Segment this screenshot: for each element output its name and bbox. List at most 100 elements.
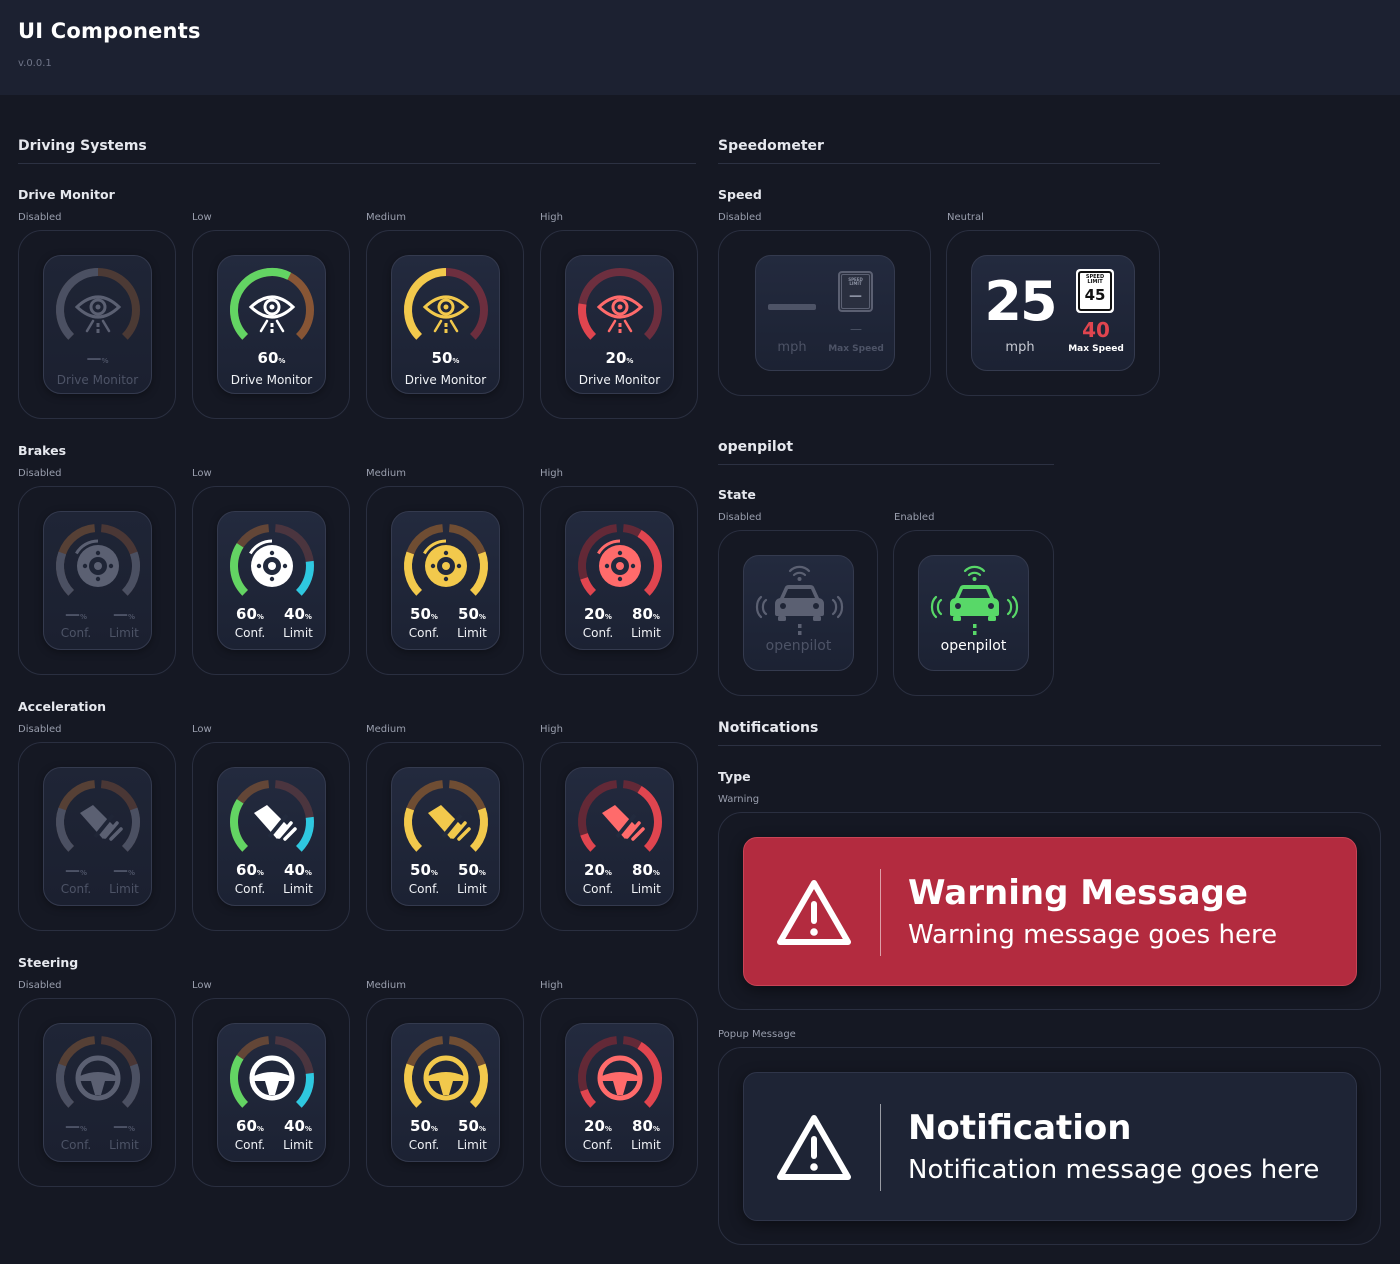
steering-tile[interactable]: 20% Conf. 80% Limit	[565, 1023, 674, 1162]
confidence-value: 60%	[257, 349, 286, 367]
steering-tile[interactable]: 60% Conf. 40% Limit	[217, 1023, 326, 1162]
gauge-ring	[56, 780, 140, 852]
brakes-tile[interactable]: 50% Conf. 50% Limit	[391, 511, 500, 650]
brakes-card-medium[interactable]: 50% Conf. 50% Limit	[366, 486, 524, 675]
app-version: v.0.0.1	[18, 58, 52, 69]
confidence-readout: 60% Conf.	[223, 605, 277, 640]
max-speed-value: 40	[1082, 318, 1110, 342]
openpilot-tile-enabled[interactable]: openpilot	[918, 555, 1029, 671]
confidence-readout: 20% Conf.	[571, 861, 625, 896]
acceleration-tile[interactable]: 50% Conf. 50% Limit	[391, 767, 500, 906]
confidence-label: Conf.	[234, 626, 266, 640]
drive-monitor-card-low[interactable]: 60% Drive Monitor	[192, 230, 350, 419]
warning-card-frame: Warning Message Warning message goes her…	[718, 812, 1381, 1010]
steering-tile[interactable]: —% Conf. —% Limit	[43, 1023, 152, 1162]
section-divider	[718, 163, 1160, 164]
limit-readout: 50% Limit	[445, 861, 499, 896]
acceleration-tile[interactable]: 20% Conf. 80% Limit	[565, 767, 674, 906]
popup-card-frame: Notification Notification message goes h…	[718, 1047, 1381, 1245]
steering-wheel-icon	[597, 1055, 643, 1101]
openpilot-label: openpilot	[940, 638, 1007, 654]
car-wifi-icon	[930, 565, 1019, 635]
confidence-readout: —% Conf.	[49, 1117, 103, 1152]
warning-triangle-icon	[777, 880, 851, 945]
steering-card-medium[interactable]: 50% Conf. 50% Limit	[366, 998, 524, 1187]
popup-notification[interactable]: Notification Notification message goes h…	[743, 1072, 1357, 1221]
brakes-tile[interactable]: 20% Conf. 80% Limit	[565, 511, 674, 650]
speed-neutral-card[interactable]: 25 mph SPEED LIMIT 45 40 Max Speed	[946, 230, 1160, 396]
steering-card-low[interactable]: 60% Conf. 40% Limit	[192, 998, 350, 1187]
limit-label: Limit	[109, 882, 139, 896]
openpilot-disabled-card[interactable]: openpilot	[718, 530, 878, 696]
drive-monitor-card-disabled[interactable]: —% Drive Monitor	[18, 230, 176, 419]
steering-card-disabled[interactable]: —% Conf. —% Limit	[18, 998, 176, 1187]
gauge-ring	[578, 268, 662, 340]
speed-tile-neutral[interactable]: 25 mph SPEED LIMIT 45 40 Max Speed	[971, 255, 1135, 371]
notification-title: Notification	[908, 1108, 1132, 1148]
acceleration-card-medium[interactable]: 50% Conf. 50% Limit	[366, 742, 524, 931]
confidence-label: Conf.	[234, 882, 266, 896]
gauge-ring	[404, 524, 488, 596]
openpilot-enabled-card[interactable]: openpilot	[893, 530, 1054, 696]
confidence-label: Conf.	[60, 882, 92, 896]
drive-monitor-tile[interactable]: 20% Drive Monitor	[565, 255, 674, 394]
steering-tile[interactable]: 50% Conf. 50% Limit	[391, 1023, 500, 1162]
brake-disc-icon	[249, 539, 293, 587]
section-title-driving-systems: Driving Systems	[18, 138, 147, 154]
gauge-ring	[56, 1036, 140, 1108]
limit-label: Limit	[457, 1138, 487, 1152]
state-label-low: Low	[192, 980, 212, 991]
brakes-tile[interactable]: 60% Conf. 40% Limit	[217, 511, 326, 650]
drive-monitor-card-medium[interactable]: 50% Drive Monitor	[366, 230, 524, 419]
steering-wheel-icon	[249, 1055, 295, 1101]
brakes-card-low[interactable]: 60% Conf. 40% Limit	[192, 486, 350, 675]
confidence-label: Conf.	[582, 882, 614, 896]
drive-monitor-tile[interactable]: 50% Drive Monitor	[391, 255, 500, 394]
brakes-card-high[interactable]: 20% Conf. 80% Limit	[540, 486, 698, 675]
tile-label: Drive Monitor	[404, 373, 487, 387]
limit-value: 40%	[284, 605, 312, 623]
brake-disc-icon	[597, 539, 641, 587]
limit-label: Limit	[631, 626, 661, 640]
limit-label: Limit	[457, 626, 487, 640]
confidence-readout: —% Conf.	[49, 605, 103, 640]
acceleration-card-low[interactable]: 60% Conf. 40% Limit	[192, 742, 350, 931]
state-label-low: Low	[192, 212, 212, 223]
confidence-value: —%	[64, 605, 87, 623]
section-title-openpilot: openpilot	[718, 439, 794, 455]
group-title-brakes: Brakes	[18, 443, 67, 458]
state-label-high: High	[540, 980, 563, 991]
brakes-card-disabled[interactable]: —% Conf. —% Limit	[18, 486, 176, 675]
acceleration-card-disabled[interactable]: —% Conf. —% Limit	[18, 742, 176, 931]
speed-tile-disabled[interactable]: mph SPEED LIMIT — — Max Speed	[755, 255, 895, 371]
acceleration-card-high[interactable]: 20% Conf. 80% Limit	[540, 742, 698, 931]
drive-monitor-card-high[interactable]: 20% Drive Monitor	[540, 230, 698, 419]
brakes-tile[interactable]: —% Conf. —% Limit	[43, 511, 152, 650]
speed-disabled-card[interactable]: mph SPEED LIMIT — — Max Speed	[718, 230, 931, 396]
openpilot-tile-disabled[interactable]: openpilot	[743, 555, 854, 671]
acceleration-tile[interactable]: —% Conf. —% Limit	[43, 767, 152, 906]
limit-readout: —% Limit	[97, 1117, 151, 1152]
notification-divider	[880, 1104, 881, 1191]
steering-card-high[interactable]: 20% Conf. 80% Limit	[540, 998, 698, 1187]
confidence-value: —%	[86, 349, 109, 367]
tile-label: Drive Monitor	[230, 373, 313, 387]
limit-label: Limit	[631, 1138, 661, 1152]
acceleration-icon	[254, 805, 297, 841]
confidence-label: Conf.	[408, 882, 440, 896]
state-label-high: High	[540, 468, 563, 479]
section-divider	[718, 464, 1054, 465]
state-label-disabled: Disabled	[718, 512, 762, 523]
eye-icon	[422, 295, 470, 333]
limit-value: —%	[112, 605, 135, 623]
section-title-notifications: Notifications	[718, 720, 819, 736]
limit-readout: 40% Limit	[271, 605, 325, 640]
drive-monitor-tile[interactable]: 60% Drive Monitor	[217, 255, 326, 394]
limit-value: 50%	[458, 1117, 486, 1135]
confidence-readout: 50% Conf.	[397, 605, 451, 640]
warning-notification[interactable]: Warning Message Warning message goes her…	[743, 837, 1357, 986]
drive-monitor-tile[interactable]: —% Drive Monitor	[43, 255, 152, 394]
acceleration-tile[interactable]: 60% Conf. 40% Limit	[217, 767, 326, 906]
confidence-value: —%	[64, 1117, 87, 1135]
state-label-medium: Medium	[366, 212, 406, 223]
